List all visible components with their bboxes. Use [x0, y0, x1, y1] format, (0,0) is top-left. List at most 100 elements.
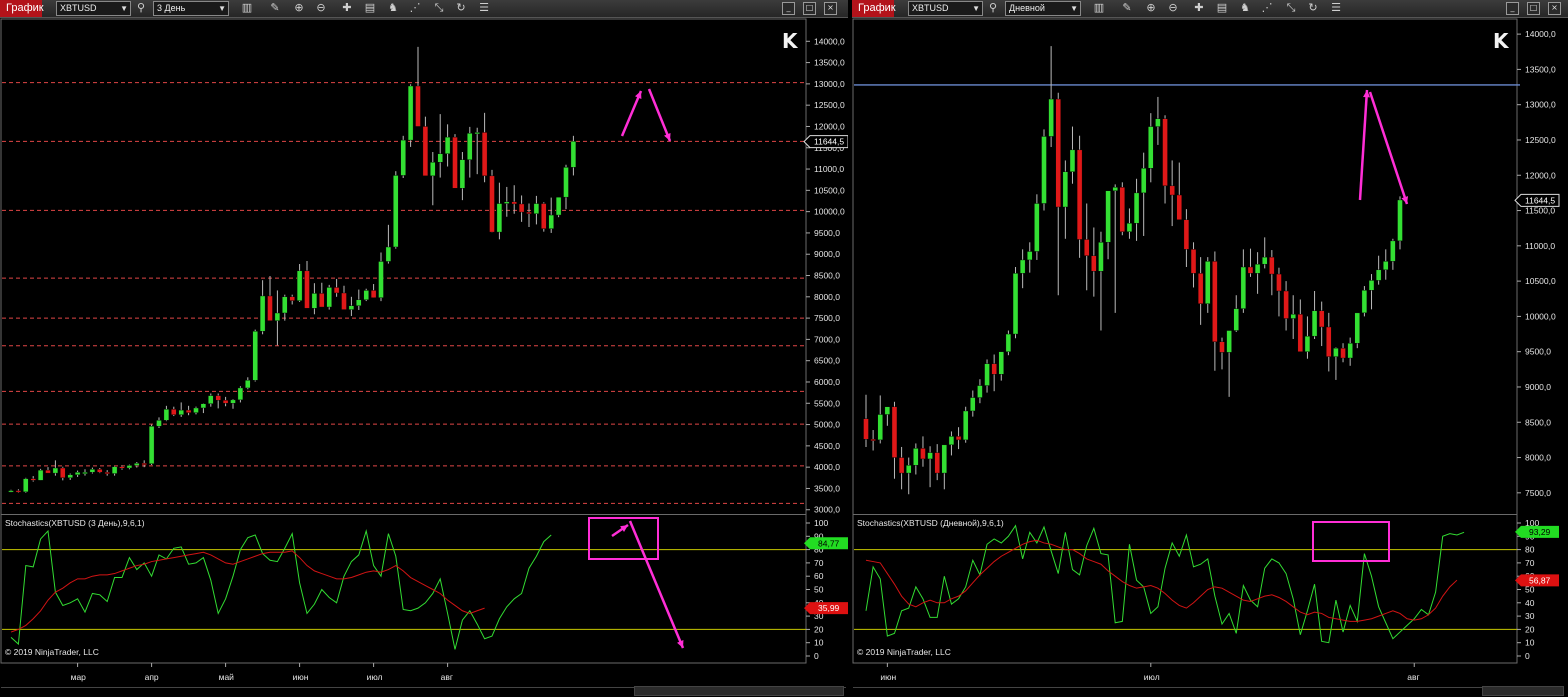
candle-up — [548, 214, 554, 229]
candle-up — [208, 395, 214, 404]
price-tick-label: 10500,0 — [814, 185, 845, 195]
horizontal-scrollbar[interactable] — [1482, 686, 1564, 696]
price-tick-label: 10000,0 — [1525, 311, 1556, 321]
candle-up — [1205, 261, 1211, 304]
annotation-box — [588, 517, 659, 560]
date-tick-label: май — [219, 672, 235, 682]
candle-up — [1155, 118, 1161, 127]
candle-up — [467, 133, 473, 160]
candle-up — [570, 141, 577, 168]
price-tick-label: 7500,0 — [814, 313, 840, 323]
candle-down — [333, 287, 340, 294]
copyright-watermark: © 2019 NinjaTrader, LLC — [857, 647, 951, 657]
candle-up — [348, 305, 355, 310]
candle-down — [863, 418, 869, 440]
price-tick-label: 3500,0 — [814, 483, 840, 493]
price-chart-left[interactable]: 3000,0 3500,0 4000,0 4500,0 5000,0 5500,0 6000… — [0, 0, 848, 697]
candle-down — [518, 203, 525, 213]
candle-down — [1119, 187, 1126, 232]
date-tick-label: авг — [1407, 672, 1419, 682]
candle-down — [141, 463, 147, 466]
stoch-tick-label: 10 — [814, 638, 824, 648]
candle-down — [1055, 98, 1061, 208]
candle-down — [15, 490, 22, 493]
price-tick-label: 6000,0 — [814, 377, 840, 387]
candle-up — [23, 478, 29, 493]
candle-up — [1027, 251, 1033, 261]
candle-down — [104, 472, 110, 474]
candle-up — [274, 312, 281, 321]
candle-up — [378, 261, 384, 298]
candle-up — [1133, 192, 1140, 224]
candle-up — [52, 467, 59, 474]
candle-down — [511, 201, 517, 205]
annotation-arrow-down — [1368, 91, 1409, 205]
stoch-tick-label: 100 — [814, 518, 828, 528]
candle-up — [1148, 126, 1154, 169]
price-tick-label: 11000,0 — [814, 164, 844, 174]
stochastics-label: Stochastics(XBTUSD (Дневной),9,6,1) — [857, 518, 1004, 528]
candle-down — [1084, 239, 1090, 256]
candle-up — [1019, 259, 1026, 274]
candle-up — [156, 420, 162, 427]
candle-down — [60, 467, 66, 479]
candle-up — [237, 387, 244, 401]
candle-up — [282, 296, 288, 314]
candle-up — [1262, 256, 1268, 265]
candle-up — [941, 444, 948, 474]
date-tick-label: июн — [880, 672, 896, 682]
price-tick-label: 11000,0 — [1525, 241, 1555, 251]
annotation-arrow-up — [1358, 89, 1369, 201]
candle-up — [1126, 223, 1133, 232]
price-tick-label: 7500,0 — [1525, 488, 1551, 498]
candle-up — [1240, 266, 1247, 309]
annotation-box — [1312, 521, 1390, 562]
candle-up — [906, 465, 912, 474]
candle-down — [891, 406, 898, 458]
candle-down — [370, 290, 377, 298]
candle-up — [1375, 269, 1382, 281]
candle-up — [1012, 273, 1019, 335]
plot-border — [852, 18, 1518, 664]
candle-up — [252, 331, 258, 381]
candle-up — [1333, 347, 1339, 357]
candle-up — [884, 406, 891, 415]
price-tick-label: 9000,0 — [1525, 382, 1551, 392]
price-tick-label: 4000,0 — [814, 462, 840, 472]
candle-down — [1219, 341, 1225, 353]
stochastics-value-label: 56,87 — [1529, 575, 1551, 585]
candle-up — [563, 167, 569, 198]
candle-up — [311, 293, 318, 309]
candle-down — [215, 395, 221, 401]
candle-down — [1076, 149, 1083, 240]
arrow-head — [1363, 90, 1371, 98]
stoch-tick-label: 0 — [814, 651, 819, 661]
price-tick-label: 12500,0 — [1525, 135, 1556, 145]
candle-up — [126, 465, 133, 469]
candle-down — [1162, 118, 1168, 187]
candle-down — [526, 211, 532, 214]
candle-down — [30, 478, 36, 481]
date-tick-label: июн — [293, 672, 309, 682]
price-tick-label: 13000,0 — [1525, 100, 1556, 110]
annotation-arrow-up — [620, 90, 643, 137]
candle-down — [97, 469, 103, 473]
candle-down — [1326, 326, 1332, 357]
price-tick-label: 12500,0 — [814, 100, 845, 110]
candle-down — [1169, 185, 1175, 196]
price-tick-label: 14000,0 — [814, 36, 845, 46]
stochastics-value-label: 35,99 — [818, 603, 840, 613]
candle-up — [193, 407, 199, 413]
candle-up — [163, 409, 170, 421]
horizontal-scrollbar[interactable] — [634, 686, 844, 696]
candle-up — [555, 196, 562, 216]
price-tick-label: 6500,0 — [814, 356, 840, 366]
candle-down — [489, 175, 495, 233]
candle-down — [541, 203, 547, 229]
candle-up — [1041, 136, 1047, 204]
candle-up — [407, 85, 414, 141]
candle-up — [977, 385, 983, 398]
price-chart-right[interactable]: 7500,08000,08500,09000,09500,010000,0105… — [852, 0, 1568, 697]
price-tick-label: 13000,0 — [814, 79, 845, 89]
candle-up — [1112, 187, 1118, 191]
